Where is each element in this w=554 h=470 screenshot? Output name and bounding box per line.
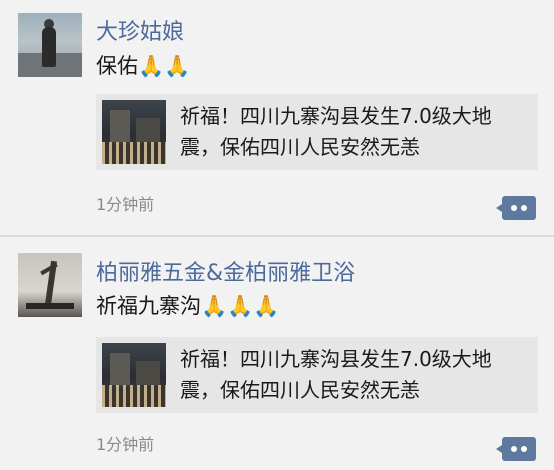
avatar[interactable] xyxy=(18,253,82,317)
post-message: 祈福九寨沟🙏🙏🙏 xyxy=(96,294,280,318)
post-time: 1分钟前 xyxy=(96,195,155,214)
comment-icon[interactable] xyxy=(496,437,536,461)
author-name[interactable]: 柏丽雅五金&金柏丽雅卫浴 xyxy=(96,255,355,287)
shared-link-card[interactable]: 祈福！四川九寨沟县发生7.0级大地震，保佑四川人民安然无恙 xyxy=(96,94,538,170)
post-message: 保佑🙏🙏 xyxy=(96,54,191,78)
comment-icon[interactable] xyxy=(496,196,536,220)
shared-link-thumbnail xyxy=(102,100,166,164)
shared-link-title: 祈福！四川九寨沟县发生7.0级大地震，保佑四川人民安然无恙 xyxy=(180,347,492,402)
avatar[interactable] xyxy=(18,13,82,77)
shared-link-thumbnail xyxy=(102,343,166,407)
moment-post: 柏丽雅五金&金柏丽雅卫浴 祈福九寨沟🙏🙏🙏 祈福！四川九寨沟县发生7.0级大地震… xyxy=(0,237,554,470)
post-time: 1分钟前 xyxy=(96,435,155,454)
shared-link-card[interactable]: 祈福！四川九寨沟县发生7.0级大地震，保佑四川人民安然无恙 xyxy=(96,337,538,413)
moment-post: 大珍姑娘 保佑🙏🙏 祈福！四川九寨沟县发生7.0级大地震，保佑四川人民安然无恙 … xyxy=(0,0,554,236)
shared-link-title: 祈福！四川九寨沟县发生7.0级大地震，保佑四川人民安然无恙 xyxy=(180,104,492,159)
author-name[interactable]: 大珍姑娘 xyxy=(96,14,184,46)
